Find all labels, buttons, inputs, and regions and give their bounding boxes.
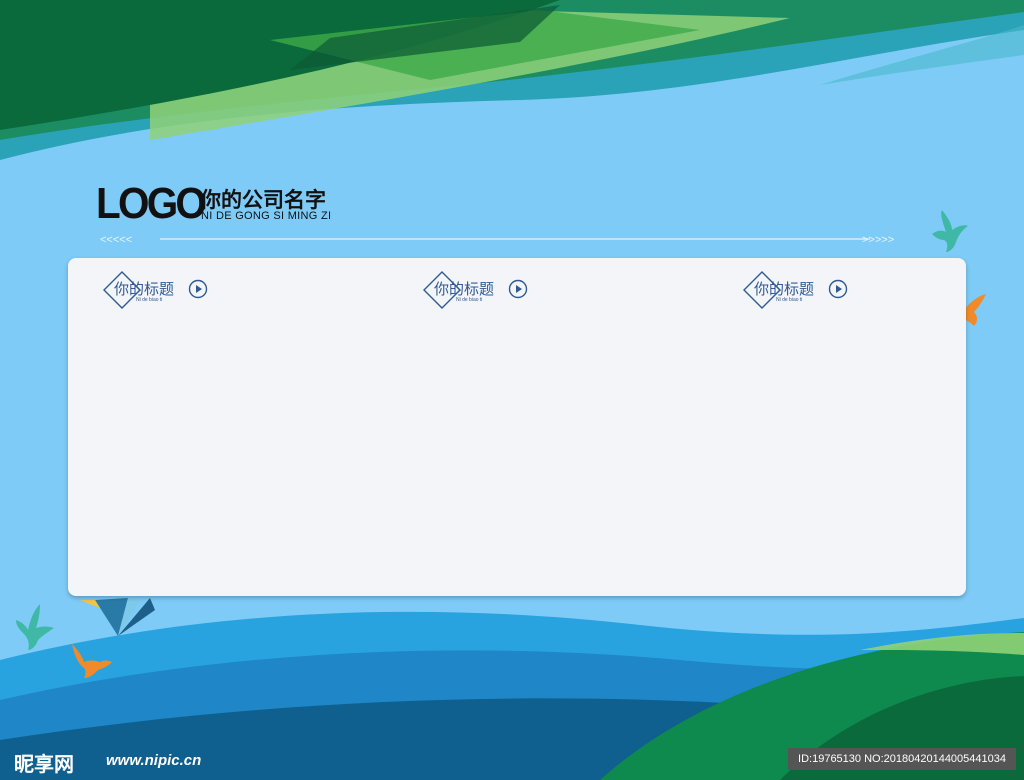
dove-icon — [932, 210, 968, 252]
title-pinyin: Ni de biao ti — [456, 297, 483, 303]
title-tag-3[interactable]: 你的标题 Ni de biao ti — [742, 270, 852, 310]
title-pinyin: Ni de biao ti — [136, 297, 163, 303]
right-arrows: >>>>> — [862, 234, 894, 246]
title-tag-1[interactable]: 你的标题 Ni de biao ti — [102, 270, 212, 310]
play-circle-icon — [188, 279, 208, 299]
left-arrows: <<<<< — [100, 234, 132, 246]
dove-icon — [72, 644, 112, 678]
title-label: 你的标题 — [434, 280, 495, 298]
watermark-brand: 昵享网 — [14, 752, 74, 776]
arrow-divider: <<<<< >>>>> — [100, 234, 894, 246]
title-pinyin: Ni de biao ti — [776, 297, 803, 303]
watermark-url[interactable]: www.nipic.cn — [106, 752, 201, 769]
play-circle-icon — [508, 279, 528, 299]
play-circle-icon — [828, 279, 848, 299]
title-tag-2[interactable]: 你的标题 Ni de biao ti — [422, 270, 532, 310]
company-name-pinyin: NI DE GONG SI MING ZI — [201, 210, 332, 222]
logo-text: LOGO — [96, 179, 207, 228]
dove-icon — [16, 604, 54, 650]
title-label: 你的标题 — [754, 280, 815, 298]
watermark-id: ID:19765130 NO:20180420144005441034 — [788, 748, 1016, 770]
title-label: 你的标题 — [114, 280, 175, 298]
